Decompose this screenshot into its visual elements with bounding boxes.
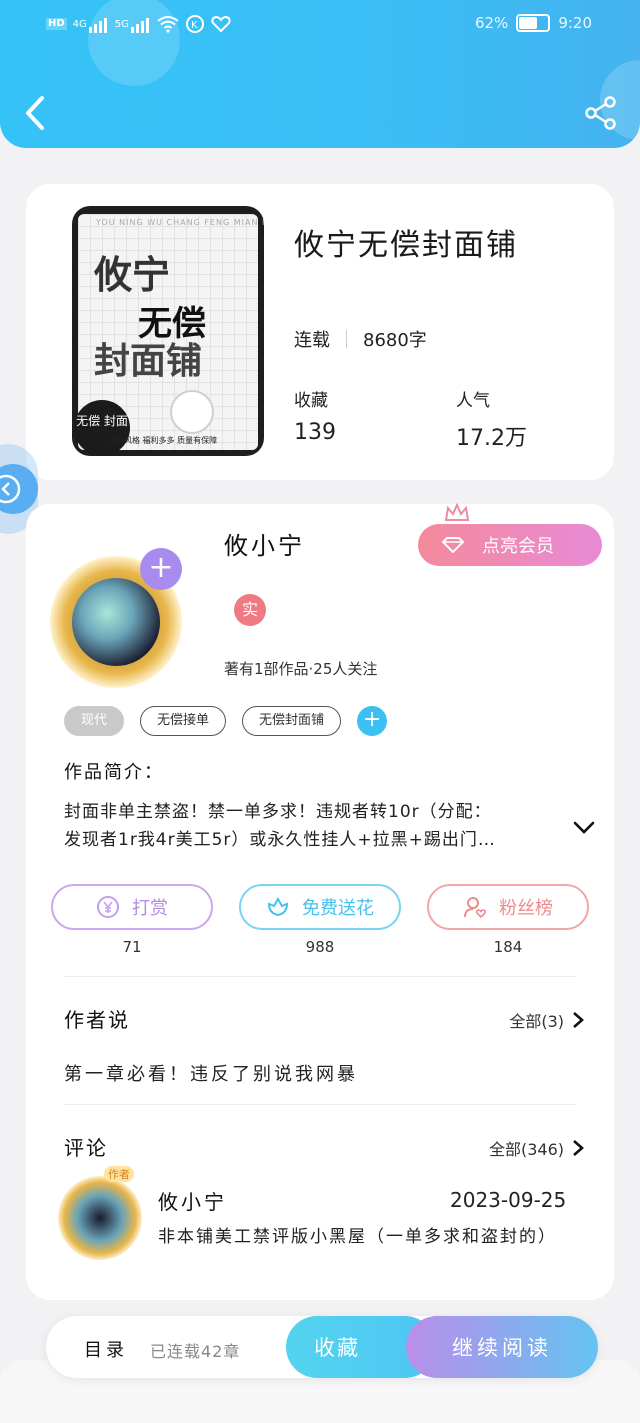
author-badge: 作者 [104, 1166, 134, 1182]
fans-rank-button[interactable]: 粉丝榜 [427, 884, 589, 930]
commenter-avatar[interactable] [58, 1176, 142, 1260]
chevron-right-icon [573, 1140, 584, 1156]
comments-title: 评论 [64, 1136, 108, 1160]
clock: 9:20 [558, 14, 592, 32]
tag-list: 现代 无偿接单 无偿封面铺 + [64, 706, 388, 736]
book-cover[interactable]: YOU NING WU CHANG FENG MIAN PU 攸宁 无偿 封面铺… [72, 206, 264, 456]
fans-label: 粉丝榜 [499, 898, 553, 919]
chevron-down-icon[interactable] [572, 818, 596, 836]
vip-button[interactable]: 点亮会员 [418, 524, 602, 566]
book-info-card: YOU NING WU CHANG FENG MIAN PU 攸宁 无偿 封面铺… [26, 184, 614, 480]
comment-text[interactable]: 非本铺美工禁评版小黑屋（一单多求和盗封的） [158, 1224, 558, 1250]
fans-count: 184 [493, 938, 523, 956]
divider [64, 1104, 576, 1105]
battery-percent: 62% [474, 14, 509, 32]
battery-icon [516, 14, 551, 32]
tag-item[interactable]: 无偿接单 [140, 706, 227, 736]
all-link-label: 全部(346) [488, 1140, 564, 1159]
cat-illustration [170, 390, 214, 434]
intro-line: 发现者1r我4r美工5r）或永久性挂人+拉黑+踢出门… [64, 830, 496, 850]
chapter-count: 已连载42章 [150, 1342, 241, 1361]
intro-text[interactable]: 封面非单主禁盗！禁一单多求！违规者转10r（分配： 发现者1r我4r美工5r）或… [64, 798, 554, 854]
cover-text-3: 封面铺 [94, 341, 203, 382]
author-name[interactable]: 攸小宁 [224, 526, 305, 561]
popularity-count: 17.2万 [456, 426, 527, 451]
user-heart-icon [464, 897, 487, 919]
status-bar-left: HD 4G 5G K [46, 14, 231, 34]
toc-button[interactable]: 目录 [84, 1336, 128, 1362]
intro-title: 作品简介： [64, 762, 164, 783]
signal-icon [130, 15, 149, 33]
author-say-title: 作者说 [64, 1008, 130, 1032]
tag-item[interactable]: 现代 [64, 706, 125, 736]
send-flower-button[interactable]: 免费送花 [239, 884, 401, 930]
author-say-all-link[interactable]: 全部(3) [509, 1008, 584, 1032]
signal-icon [88, 15, 107, 33]
tip-count: 71 [122, 938, 142, 956]
network-4g-label: 4G [72, 18, 87, 30]
heart-link-icon [211, 15, 231, 33]
author-meta: 著有1部作品·25人关注 [224, 660, 378, 678]
verified-badge: 实 [234, 594, 266, 626]
flower-icon [267, 896, 289, 917]
add-tag-button[interactable]: + [357, 706, 388, 736]
all-link-label: 全部(3) [509, 1012, 564, 1031]
book-title: 攸宁无偿封面铺 [294, 228, 518, 263]
chevron-left-icon [0, 474, 21, 504]
back-button[interactable] [22, 94, 50, 132]
cover-badge: 无偿 封面 [74, 400, 130, 456]
vip-button-label: 点亮会员 [482, 536, 554, 557]
decor-bubble [88, 0, 180, 86]
intro-line: 封面非单主禁盗！禁一单多求！违规者转10r（分配： [64, 802, 492, 822]
hd-icon: HD [46, 18, 67, 30]
collapse-circle [0, 464, 38, 514]
k-icon: K [185, 15, 204, 33]
author-say-content[interactable]: 第一章必看！违反了别说我网暴 [64, 1060, 358, 1086]
wifi-icon [157, 16, 179, 33]
cover-footer: 各种风格 福利多多 质量有保障 [108, 436, 218, 445]
yen-icon [97, 896, 119, 918]
cover-pinyin: YOU NING WU CHANG FENG MIAN PU [96, 218, 264, 227]
tip-button[interactable]: 打赏 [51, 884, 213, 930]
follow-author-button[interactable]: + [140, 548, 182, 590]
comments-all-link[interactable]: 全部(346) [489, 1136, 584, 1160]
comment-date: 2023-09-25 [450, 1188, 567, 1212]
flower-label: 免费送花 [302, 898, 374, 919]
tag-item[interactable]: 无偿封面铺 [242, 706, 342, 736]
svg-text:K: K [191, 20, 198, 31]
divider [346, 330, 347, 348]
commenter-name[interactable]: 攸小宁 [158, 1186, 227, 1215]
popularity-label: 人气 [456, 391, 490, 411]
network-5g-label: 5G [114, 18, 129, 30]
header: HD 4G 5G K 62% 9:20 [0, 0, 640, 148]
serial-status: 连载 [294, 330, 330, 351]
word-count: 8680字 [363, 330, 427, 351]
flower-count: 988 [305, 938, 335, 956]
continue-reading-button[interactable]: 继续阅读 [406, 1316, 598, 1378]
cover-text-1: 攸宁 [94, 253, 171, 297]
crown-icon [444, 502, 470, 521]
divider [64, 976, 576, 977]
tip-label: 打赏 [132, 898, 168, 919]
share-button[interactable] [584, 96, 618, 130]
diamond-icon [442, 537, 464, 553]
cover-art: YOU NING WU CHANG FENG MIAN PU 攸宁 无偿 封面铺… [74, 214, 264, 456]
chevron-right-icon [573, 1012, 584, 1028]
avatar-image [72, 578, 160, 666]
serial-info: 连载 8680字 [294, 326, 427, 352]
collect-label: 收藏 [294, 391, 328, 411]
status-bar-right: 62% 9:20 [475, 14, 592, 32]
collect-count: 139 [294, 420, 336, 445]
